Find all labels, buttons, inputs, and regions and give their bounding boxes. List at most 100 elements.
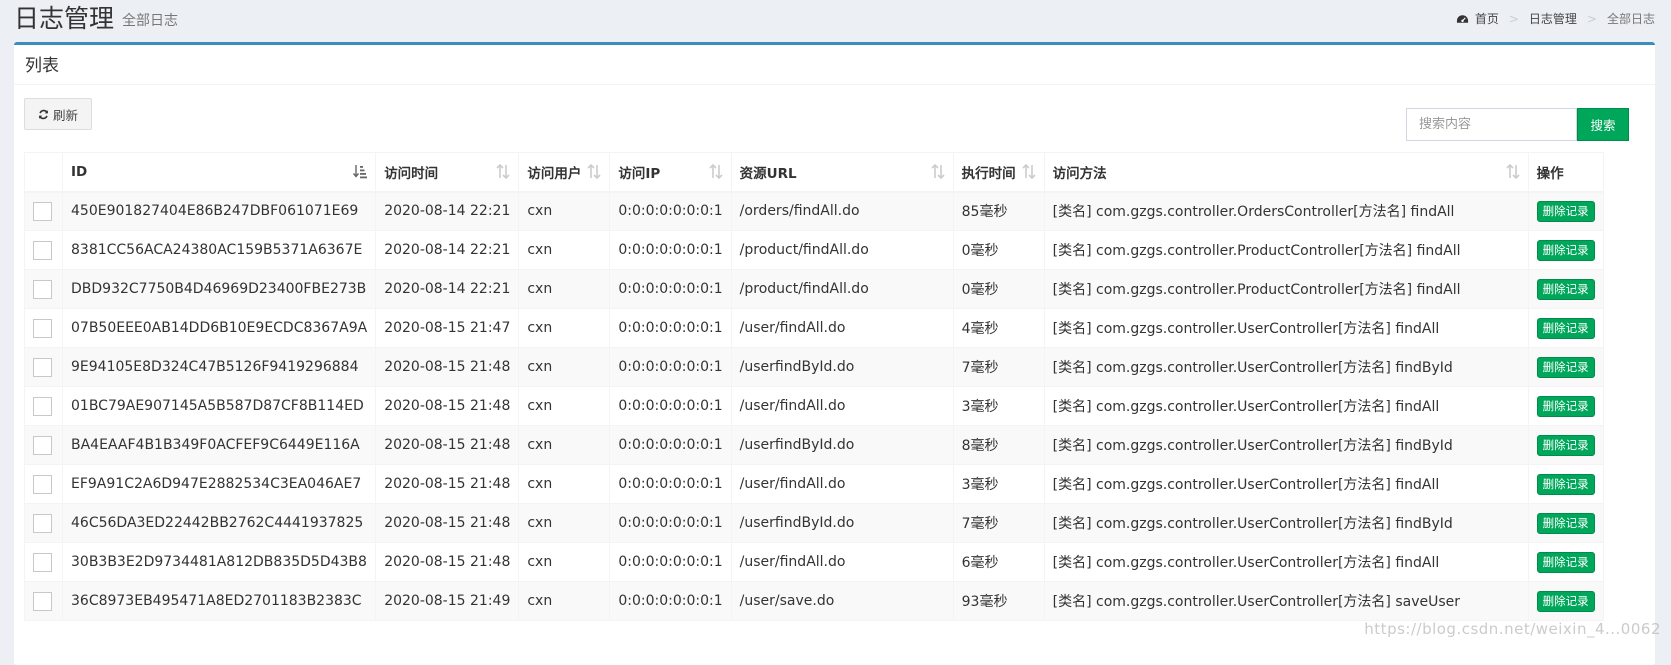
cell-url: /product/findAll.do <box>730 269 954 309</box>
search-button[interactable]: 搜索 <box>1577 108 1629 141</box>
row-checkbox[interactable] <box>33 513 52 533</box>
delete-record-button[interactable]: 删除记录 <box>1536 473 1595 495</box>
delete-record-button[interactable]: 删除记录 <box>1536 200 1595 222</box>
row-action-cell: 删除记录 <box>1527 191 1604 231</box>
cell-method: [类名] com.gzgs.controller.ProductControll… <box>1043 269 1529 309</box>
delete-record-button[interactable]: 删除记录 <box>1536 278 1595 300</box>
cell-method: [类名] com.gzgs.controller.UserController[… <box>1043 503 1529 543</box>
column-header-url[interactable]: 资源URL <box>730 152 954 193</box>
cell-time: 2020-08-14 22:21 <box>375 269 520 309</box>
cell-user: cxn <box>518 542 611 582</box>
table-row: BA4EAAF4B1B349F0ACFEF9C6449E116A 2020-08-… <box>24 425 1604 465</box>
cell-user: cxn <box>518 464 611 504</box>
cell-url: /user/save.do <box>730 581 954 621</box>
column-header-action: 操作 <box>1527 152 1604 193</box>
cell-url: /user/findAll.do <box>730 464 954 504</box>
refresh-button-label: 刷新 <box>52 107 78 123</box>
cell-duration: 3毫秒 <box>952 386 1045 426</box>
cell-method: [类名] com.gzgs.controller.UserController[… <box>1043 542 1529 582</box>
breadcrumb-separator: > <box>1586 12 1597 26</box>
column-header-duration[interactable]: 执行时间 <box>952 152 1045 193</box>
cell-ip: 0:0:0:0:0:0:0:1 <box>609 386 732 426</box>
delete-record-button[interactable]: 删除记录 <box>1536 590 1595 612</box>
column-header-time[interactable]: 访问时间 <box>375 152 520 193</box>
delete-record-button[interactable]: 删除记录 <box>1536 434 1595 456</box>
row-checkbox[interactable] <box>33 552 52 572</box>
cell-ip: 0:0:0:0:0:0:0:1 <box>609 464 732 504</box>
column-header-user[interactable]: 访问用户 <box>518 152 611 193</box>
search-input[interactable] <box>1406 108 1577 141</box>
box-header: 列表 <box>14 45 1655 85</box>
cell-user: cxn <box>518 503 611 543</box>
cell-url: /user/findAll.do <box>730 308 954 348</box>
row-action-cell: 删除记录 <box>1527 581 1604 621</box>
cell-time: 2020-08-15 21:47 <box>375 308 520 348</box>
breadcrumb-home-link[interactable]: 首页 <box>1475 10 1499 28</box>
cell-method: [类名] com.gzgs.controller.UserController[… <box>1043 425 1529 465</box>
column-header-method[interactable]: 访问方法 <box>1043 152 1529 193</box>
table-row: 30B3B3E2D9734481A812DB835D5D43B8 2020-08-… <box>24 542 1604 582</box>
row-checkbox[interactable] <box>33 201 52 221</box>
cell-url: /user/findAll.do <box>730 542 954 582</box>
cell-time: 2020-08-15 21:48 <box>375 347 520 387</box>
column-header-ip[interactable]: 访问IP <box>609 152 732 193</box>
row-action-cell: 删除记录 <box>1527 464 1604 504</box>
cell-time: 2020-08-15 21:48 <box>375 464 520 504</box>
cell-id: 36C8973EB495471A8ED2701183B2383C <box>61 581 377 621</box>
cell-user: cxn <box>518 425 611 465</box>
delete-record-button[interactable]: 删除记录 <box>1536 239 1595 261</box>
row-checkbox[interactable] <box>33 474 52 494</box>
delete-record-button[interactable]: 删除记录 <box>1536 356 1595 378</box>
table-header-row: ID 访问时间 访问用户 访问IP 资源URL 执行时间 访问方法 操作 <box>24 152 1604 193</box>
row-select-cell <box>24 386 63 426</box>
cell-id: 8381CC56ACA24380AC159B5371A6367E <box>61 230 377 270</box>
row-checkbox[interactable] <box>33 396 52 416</box>
row-checkbox[interactable] <box>33 357 52 377</box>
row-checkbox[interactable] <box>33 240 52 260</box>
table-row: 8381CC56ACA24380AC159B5371A6367E 2020-08-… <box>24 230 1604 270</box>
cell-time: 2020-08-15 21:48 <box>375 386 520 426</box>
table-row: 9E94105E8D324C47B5126F9419296884 2020-08-… <box>24 347 1604 387</box>
cell-url: /product/findAll.do <box>730 230 954 270</box>
table-row: 46C56DA3ED22442BB2762C4441937825 2020-08-… <box>24 503 1604 543</box>
sort-both-icon <box>931 164 945 179</box>
delete-record-button[interactable]: 删除记录 <box>1536 551 1595 573</box>
cell-id: EF9A91C2A6D947E2882534C3EA046AE7 <box>61 464 377 504</box>
cell-user: cxn <box>518 230 611 270</box>
cell-id: BA4EAAF4B1B349F0ACFEF9C6449E116A <box>61 425 377 465</box>
sort-asc-icon <box>353 165 368 179</box>
delete-record-button[interactable]: 删除记录 <box>1536 512 1595 534</box>
row-checkbox[interactable] <box>33 279 52 299</box>
cell-id: 07B50EEE0AB14DD6B10E9ECDC8367A9A <box>61 308 377 348</box>
row-checkbox[interactable] <box>33 591 52 611</box>
cell-id: 30B3B3E2D9734481A812DB835D5D43B8 <box>61 542 377 582</box>
cell-duration: 8毫秒 <box>952 425 1045 465</box>
table-row: 450E901827404E86B247DBF061071E69 2020-08-… <box>24 191 1604 231</box>
table-row: 36C8973EB495471A8ED2701183B2383C 2020-08-… <box>24 581 1604 621</box>
cell-duration: 7毫秒 <box>952 503 1045 543</box>
cell-ip: 0:0:0:0:0:0:0:1 <box>609 308 732 348</box>
select-all-header <box>24 152 63 193</box>
row-select-cell <box>24 308 63 348</box>
row-select-cell <box>24 542 63 582</box>
cell-time: 2020-08-15 21:48 <box>375 542 520 582</box>
cell-ip: 0:0:0:0:0:0:0:1 <box>609 425 732 465</box>
row-checkbox[interactable] <box>33 318 52 338</box>
row-action-cell: 删除记录 <box>1527 425 1604 465</box>
refresh-button[interactable]: 刷新 <box>24 98 92 130</box>
row-action-cell: 删除记录 <box>1527 269 1604 309</box>
delete-record-button[interactable]: 删除记录 <box>1536 317 1595 339</box>
cell-user: cxn <box>518 581 611 621</box>
table-row: 01BC79AE907145A5B587D87CF8B114ED 2020-08-… <box>24 386 1604 426</box>
cell-method: [类名] com.gzgs.controller.ProductControll… <box>1043 230 1529 270</box>
cell-id: 01BC79AE907145A5B587D87CF8B114ED <box>61 386 377 426</box>
column-header-id[interactable]: ID <box>61 152 377 193</box>
row-select-cell <box>24 230 63 270</box>
delete-record-button[interactable]: 删除记录 <box>1536 395 1595 417</box>
breadcrumb-log-management-link[interactable]: 日志管理 <box>1529 10 1577 28</box>
table-row: 07B50EEE0AB14DD6B10E9ECDC8367A9A 2020-08-… <box>24 308 1604 348</box>
cell-id: DBD932C7750B4D46969D23400FBE273B <box>61 269 377 309</box>
row-action-cell: 删除记录 <box>1527 347 1604 387</box>
row-checkbox[interactable] <box>33 435 52 455</box>
sort-both-icon <box>587 164 601 179</box>
